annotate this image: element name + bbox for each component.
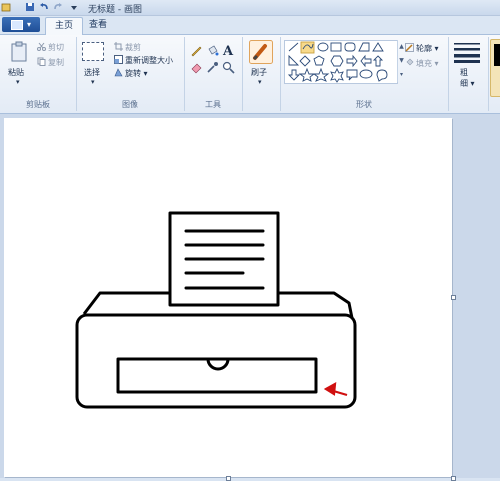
paint-app-icon — [1, 3, 11, 12]
color1-swatch — [494, 44, 500, 66]
size-button[interactable]: 粗 细 ▾ — [460, 67, 475, 89]
magnifier-icon[interactable] — [222, 61, 235, 74]
rotate-button[interactable]: 旋转 ▾ — [125, 68, 148, 79]
brush-icon[interactable] — [249, 40, 273, 64]
brush-dropdown-icon[interactable]: ▾ — [258, 78, 262, 86]
image-group: 选择 ▾ 裁剪 重新调整大小 旋转 ▾ 图像 — [76, 37, 185, 111]
fill-button[interactable]: 填充 ▾ — [416, 58, 439, 69]
resize-handle-bottom[interactable] — [226, 476, 231, 481]
cut-button[interactable]: 剪切 — [48, 42, 64, 53]
resize-handle-right[interactable] — [451, 295, 456, 300]
brush-group: 刷子 ▾ — [242, 37, 281, 111]
save-icon[interactable] — [25, 2, 35, 12]
ribbon-tab-bar: ▾ 主页 查看 — [0, 16, 500, 35]
resize-button[interactable]: 重新调整大小 — [125, 55, 173, 66]
tab-home[interactable]: 主页 — [45, 17, 83, 35]
quick-access-dropdown-icon[interactable] — [69, 2, 79, 12]
resize-icon — [114, 55, 123, 64]
fill-bucket-icon[interactable] — [206, 44, 219, 57]
shapes-group: ▲ ▼ ▾ 轮廓 ▾ 填充 ▾ 形状 — [280, 37, 449, 111]
undo-icon[interactable] — [39, 2, 49, 12]
tab-view[interactable]: 查看 — [84, 17, 112, 34]
crop-button[interactable]: 裁剪 — [125, 42, 141, 53]
file-menu-button[interactable]: ▾ — [2, 17, 40, 32]
redo-icon[interactable] — [53, 2, 63, 12]
shapes-group-label: 形状 — [356, 100, 372, 109]
eraser-icon[interactable] — [190, 61, 203, 74]
text-tool-icon[interactable]: A — [222, 43, 235, 57]
copy-button[interactable]: 复制 — [48, 57, 64, 68]
fill-icon — [406, 58, 414, 66]
color-picker-icon[interactable] — [206, 61, 219, 74]
canvas-area — [0, 114, 500, 481]
outline-button[interactable]: 轮廓 ▾ — [416, 43, 439, 54]
tools-group-label: 工具 — [205, 100, 221, 109]
resize-handle-corner[interactable] — [451, 476, 456, 481]
scissors-icon — [37, 42, 46, 51]
clipboard-group: 粘贴 ▾ 剪切 复制 剪贴板 — [0, 37, 77, 111]
select-button[interactable]: 选择 — [84, 67, 100, 78]
select-icon[interactable] — [82, 42, 104, 61]
window-title: 无标题 - 画图 — [88, 5, 142, 15]
title-bar: 无标题 - 画图 — [0, 0, 500, 16]
size-group: 粗 细 ▾ — [448, 37, 489, 111]
line-size-icon[interactable] — [454, 41, 480, 63]
svg-text:A: A — [222, 44, 234, 57]
image-group-label: 图像 — [122, 100, 138, 109]
brush-button[interactable]: 刷子 — [251, 67, 267, 78]
clipboard-group-label: 剪贴板 — [26, 100, 50, 109]
paste-button[interactable]: 粘贴 — [8, 67, 24, 78]
shapes-gallery-icons[interactable] — [285, 41, 397, 83]
select-dropdown-icon[interactable]: ▾ — [91, 78, 95, 86]
crop-icon — [114, 42, 123, 51]
outline-icon — [405, 43, 414, 52]
shapes-gallery — [284, 40, 398, 84]
pencil-icon[interactable] — [190, 44, 203, 57]
copy-icon — [37, 57, 46, 66]
color1-button[interactable] — [490, 39, 500, 97]
paste-icon[interactable] — [10, 41, 28, 63]
printer-drawing — [75, 211, 357, 409]
rotate-icon — [114, 68, 123, 77]
paste-dropdown-icon[interactable]: ▾ — [16, 78, 20, 86]
drawing-canvas[interactable] — [4, 118, 452, 477]
tools-group: A 工具 — [184, 37, 243, 111]
shapes-scroll-icons[interactable]: ▲ ▼ ▾ — [397, 40, 405, 82]
ribbon: 粘贴 ▾ 剪切 复制 剪贴板 选择 ▾ 裁剪 重新调整大小 旋转 ▾ 图像 A … — [0, 35, 500, 114]
